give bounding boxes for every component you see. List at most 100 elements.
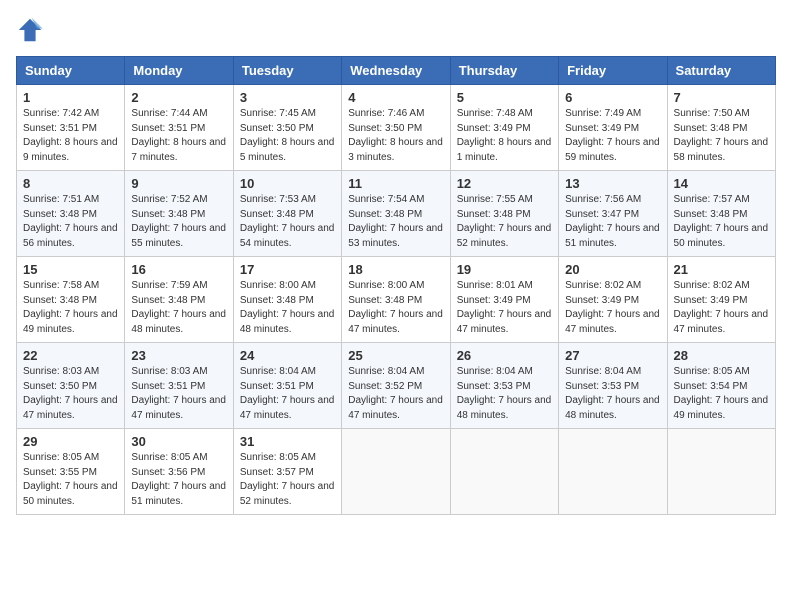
header-cell-wednesday: Wednesday (342, 57, 450, 85)
day-info: Sunrise: 7:44 AMSunset: 3:51 PMDaylight:… (131, 108, 226, 163)
calendar-cell: 21 Sunrise: 8:02 AMSunset: 3:49 PMDaylig… (667, 257, 775, 343)
calendar-cell: 26 Sunrise: 8:04 AMSunset: 3:53 PMDaylig… (450, 343, 558, 429)
header-cell-friday: Friday (559, 57, 667, 85)
day-number: 24 (240, 348, 335, 363)
calendar-cell: 3 Sunrise: 7:45 AMSunset: 3:50 PMDayligh… (233, 85, 341, 171)
calendar-cell: 17 Sunrise: 8:00 AMSunset: 3:48 PMDaylig… (233, 257, 341, 343)
day-number: 5 (457, 90, 552, 105)
day-info: Sunrise: 7:54 AMSunset: 3:48 PMDaylight:… (348, 194, 443, 249)
week-row-5: 29 Sunrise: 8:05 AMSunset: 3:55 PMDaylig… (17, 429, 776, 515)
day-number: 15 (23, 262, 118, 277)
header-cell-tuesday: Tuesday (233, 57, 341, 85)
day-number: 29 (23, 434, 118, 449)
day-number: 8 (23, 176, 118, 191)
logo-icon (16, 16, 44, 44)
day-info: Sunrise: 7:46 AMSunset: 3:50 PMDaylight:… (348, 108, 443, 163)
calendar-cell: 13 Sunrise: 7:56 AMSunset: 3:47 PMDaylig… (559, 171, 667, 257)
day-info: Sunrise: 8:02 AMSunset: 3:49 PMDaylight:… (674, 280, 769, 335)
day-info: Sunrise: 8:05 AMSunset: 3:57 PMDaylight:… (240, 452, 335, 507)
calendar-cell: 5 Sunrise: 7:48 AMSunset: 3:49 PMDayligh… (450, 85, 558, 171)
calendar-cell: 16 Sunrise: 7:59 AMSunset: 3:48 PMDaylig… (125, 257, 233, 343)
day-number: 4 (348, 90, 443, 105)
day-number: 26 (457, 348, 552, 363)
day-info: Sunrise: 8:04 AMSunset: 3:52 PMDaylight:… (348, 366, 443, 421)
day-number: 17 (240, 262, 335, 277)
calendar-cell: 25 Sunrise: 8:04 AMSunset: 3:52 PMDaylig… (342, 343, 450, 429)
calendar-cell: 9 Sunrise: 7:52 AMSunset: 3:48 PMDayligh… (125, 171, 233, 257)
calendar-cell: 12 Sunrise: 7:55 AMSunset: 3:48 PMDaylig… (450, 171, 558, 257)
header-row: SundayMondayTuesdayWednesdayThursdayFrid… (17, 57, 776, 85)
calendar-cell: 6 Sunrise: 7:49 AMSunset: 3:49 PMDayligh… (559, 85, 667, 171)
calendar-cell: 31 Sunrise: 8:05 AMSunset: 3:57 PMDaylig… (233, 429, 341, 515)
calendar-cell (342, 429, 450, 515)
calendar-cell: 14 Sunrise: 7:57 AMSunset: 3:48 PMDaylig… (667, 171, 775, 257)
day-info: Sunrise: 7:53 AMSunset: 3:48 PMDaylight:… (240, 194, 335, 249)
week-row-2: 8 Sunrise: 7:51 AMSunset: 3:48 PMDayligh… (17, 171, 776, 257)
day-info: Sunrise: 7:42 AMSunset: 3:51 PMDaylight:… (23, 108, 118, 163)
calendar-table: SundayMondayTuesdayWednesdayThursdayFrid… (16, 56, 776, 515)
calendar-cell (667, 429, 775, 515)
day-info: Sunrise: 8:03 AMSunset: 3:51 PMDaylight:… (131, 366, 226, 421)
calendar-cell: 7 Sunrise: 7:50 AMSunset: 3:48 PMDayligh… (667, 85, 775, 171)
calendar-cell: 4 Sunrise: 7:46 AMSunset: 3:50 PMDayligh… (342, 85, 450, 171)
day-number: 12 (457, 176, 552, 191)
week-row-3: 15 Sunrise: 7:58 AMSunset: 3:48 PMDaylig… (17, 257, 776, 343)
day-info: Sunrise: 7:48 AMSunset: 3:49 PMDaylight:… (457, 108, 552, 163)
day-number: 16 (131, 262, 226, 277)
day-info: Sunrise: 8:00 AMSunset: 3:48 PMDaylight:… (240, 280, 335, 335)
calendar-cell: 22 Sunrise: 8:03 AMSunset: 3:50 PMDaylig… (17, 343, 125, 429)
day-info: Sunrise: 8:02 AMSunset: 3:49 PMDaylight:… (565, 280, 660, 335)
calendar-cell: 28 Sunrise: 8:05 AMSunset: 3:54 PMDaylig… (667, 343, 775, 429)
calendar-cell: 27 Sunrise: 8:04 AMSunset: 3:53 PMDaylig… (559, 343, 667, 429)
day-info: Sunrise: 7:45 AMSunset: 3:50 PMDaylight:… (240, 108, 335, 163)
day-info: Sunrise: 7:59 AMSunset: 3:48 PMDaylight:… (131, 280, 226, 335)
day-number: 30 (131, 434, 226, 449)
logo (16, 16, 48, 44)
day-info: Sunrise: 8:01 AMSunset: 3:49 PMDaylight:… (457, 280, 552, 335)
header-cell-sunday: Sunday (17, 57, 125, 85)
day-number: 27 (565, 348, 660, 363)
calendar-cell: 15 Sunrise: 7:58 AMSunset: 3:48 PMDaylig… (17, 257, 125, 343)
day-number: 23 (131, 348, 226, 363)
day-info: Sunrise: 7:55 AMSunset: 3:48 PMDaylight:… (457, 194, 552, 249)
day-info: Sunrise: 7:57 AMSunset: 3:48 PMDaylight:… (674, 194, 769, 249)
day-info: Sunrise: 7:50 AMSunset: 3:48 PMDaylight:… (674, 108, 769, 163)
calendar-header: SundayMondayTuesdayWednesdayThursdayFrid… (17, 57, 776, 85)
day-info: Sunrise: 8:04 AMSunset: 3:53 PMDaylight:… (565, 366, 660, 421)
day-info: Sunrise: 8:04 AMSunset: 3:53 PMDaylight:… (457, 366, 552, 421)
day-number: 11 (348, 176, 443, 191)
calendar-cell: 10 Sunrise: 7:53 AMSunset: 3:48 PMDaylig… (233, 171, 341, 257)
day-info: Sunrise: 8:03 AMSunset: 3:50 PMDaylight:… (23, 366, 118, 421)
calendar-cell: 8 Sunrise: 7:51 AMSunset: 3:48 PMDayligh… (17, 171, 125, 257)
day-number: 31 (240, 434, 335, 449)
calendar-cell: 19 Sunrise: 8:01 AMSunset: 3:49 PMDaylig… (450, 257, 558, 343)
day-number: 19 (457, 262, 552, 277)
calendar-cell: 2 Sunrise: 7:44 AMSunset: 3:51 PMDayligh… (125, 85, 233, 171)
header-cell-monday: Monday (125, 57, 233, 85)
day-number: 9 (131, 176, 226, 191)
day-info: Sunrise: 7:49 AMSunset: 3:49 PMDaylight:… (565, 108, 660, 163)
day-number: 21 (674, 262, 769, 277)
day-info: Sunrise: 7:51 AMSunset: 3:48 PMDaylight:… (23, 194, 118, 249)
day-info: Sunrise: 7:58 AMSunset: 3:48 PMDaylight:… (23, 280, 118, 335)
day-number: 3 (240, 90, 335, 105)
day-info: Sunrise: 7:52 AMSunset: 3:48 PMDaylight:… (131, 194, 226, 249)
day-info: Sunrise: 8:04 AMSunset: 3:51 PMDaylight:… (240, 366, 335, 421)
day-info: Sunrise: 8:00 AMSunset: 3:48 PMDaylight:… (348, 280, 443, 335)
day-number: 7 (674, 90, 769, 105)
day-number: 13 (565, 176, 660, 191)
day-number: 6 (565, 90, 660, 105)
calendar-cell: 29 Sunrise: 8:05 AMSunset: 3:55 PMDaylig… (17, 429, 125, 515)
day-number: 2 (131, 90, 226, 105)
calendar-body: 1 Sunrise: 7:42 AMSunset: 3:51 PMDayligh… (17, 85, 776, 515)
day-number: 20 (565, 262, 660, 277)
day-number: 18 (348, 262, 443, 277)
day-number: 10 (240, 176, 335, 191)
header (16, 16, 776, 44)
calendar-cell: 30 Sunrise: 8:05 AMSunset: 3:56 PMDaylig… (125, 429, 233, 515)
day-info: Sunrise: 8:05 AMSunset: 3:54 PMDaylight:… (674, 366, 769, 421)
day-number: 22 (23, 348, 118, 363)
calendar-cell (450, 429, 558, 515)
day-info: Sunrise: 7:56 AMSunset: 3:47 PMDaylight:… (565, 194, 660, 249)
calendar-cell: 23 Sunrise: 8:03 AMSunset: 3:51 PMDaylig… (125, 343, 233, 429)
